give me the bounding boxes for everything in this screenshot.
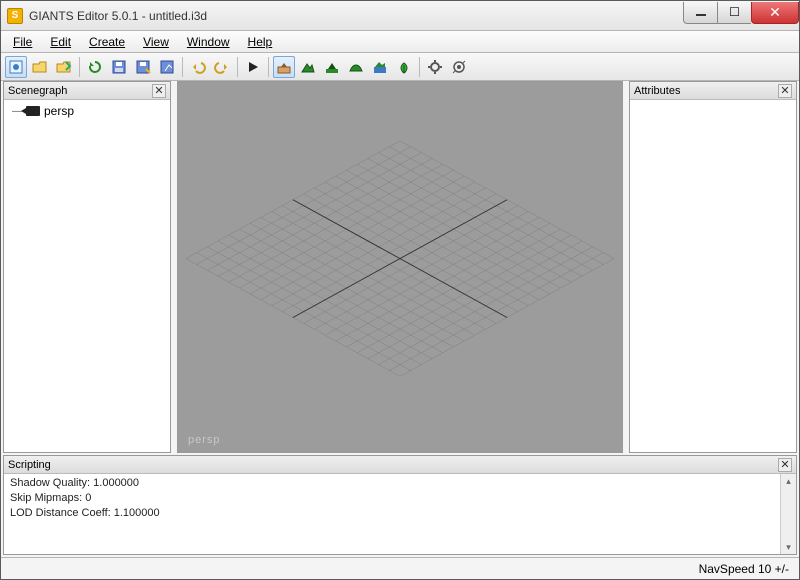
render-settings-button[interactable] xyxy=(448,56,470,78)
attributes-title: Attributes xyxy=(634,85,680,97)
terrain-smooth-button[interactable] xyxy=(345,56,367,78)
viewport[interactable]: persp xyxy=(178,82,622,452)
close-button[interactable]: ✕ xyxy=(751,2,799,24)
scenegraph-close-icon[interactable]: ✕ xyxy=(152,84,166,98)
open-recent-button[interactable] xyxy=(53,56,75,78)
play-button[interactable] xyxy=(242,56,264,78)
redo-button[interactable] xyxy=(211,56,233,78)
scripting-close-icon[interactable]: ✕ xyxy=(778,458,792,472)
toolbar-separator xyxy=(182,57,183,77)
menu-view[interactable]: View xyxy=(135,33,177,51)
attributes-close-icon[interactable]: ✕ xyxy=(778,84,792,98)
scenegraph-panel: Scenegraph ✕ — persp xyxy=(3,81,171,453)
undo-button[interactable] xyxy=(187,56,209,78)
open-button[interactable] xyxy=(29,56,51,78)
title-bar[interactable]: S GIANTS Editor 5.0.1 - untitled.i3d ☐ ✕ xyxy=(1,1,799,31)
scenegraph-item-persp[interactable]: — persp xyxy=(4,100,170,122)
viewport-camera-label: persp xyxy=(188,434,221,446)
terrain-paint-texture-button[interactable] xyxy=(369,56,391,78)
status-bar: NavSpeed 10 +/- xyxy=(1,557,799,579)
scroll-down-icon[interactable]: ▾ xyxy=(786,540,791,554)
terrain-raise-button[interactable] xyxy=(297,56,319,78)
app-window: S GIANTS Editor 5.0.1 - untitled.i3d ☐ ✕… xyxy=(0,0,800,580)
new-button[interactable] xyxy=(5,56,27,78)
menu-create[interactable]: Create xyxy=(81,33,133,51)
scripting-panel: Scripting ✕ Shadow Quality: 1.000000 Ski… xyxy=(3,455,797,555)
window-title: GIANTS Editor 5.0.1 - untitled.i3d xyxy=(29,9,683,23)
menu-window[interactable]: Window xyxy=(179,33,238,51)
app-icon: S xyxy=(7,8,23,24)
status-navspeed: NavSpeed 10 +/- xyxy=(699,562,789,576)
menu-help[interactable]: Help xyxy=(240,33,281,51)
log-line: Shadow Quality: 1.000000 xyxy=(10,476,774,491)
scenegraph-title: Scenegraph xyxy=(8,85,67,97)
save-as-button[interactable] xyxy=(132,56,154,78)
toolbar-separator xyxy=(268,57,269,77)
toolbar-separator xyxy=(419,57,420,77)
maximize-button[interactable]: ☐ xyxy=(717,2,751,24)
reload-button[interactable] xyxy=(84,56,106,78)
menu-bar: File Edit Create View Window Help xyxy=(1,31,799,53)
attributes-panel: Attributes ✕ xyxy=(629,81,797,453)
minimize-button[interactable] xyxy=(683,2,717,24)
terrain-select-button[interactable] xyxy=(273,56,295,78)
viewport-panel: persp xyxy=(177,81,623,453)
save-button[interactable] xyxy=(108,56,130,78)
scripting-log[interactable]: Shadow Quality: 1.000000 Skip Mipmaps: 0… xyxy=(4,474,780,554)
menu-file[interactable]: File xyxy=(5,33,40,51)
attributes-body xyxy=(630,100,796,452)
terrain-paint-button[interactable] xyxy=(321,56,343,78)
log-line: LOD Distance Coeff: 1.100000 xyxy=(10,506,774,521)
toolbar-separator xyxy=(237,57,238,77)
scripting-title: Scripting xyxy=(8,459,51,471)
log-line: Skip Mipmaps: 0 xyxy=(10,491,774,506)
menu-edit[interactable]: Edit xyxy=(42,33,79,51)
scenegraph-item-label: persp xyxy=(44,104,74,118)
export-button[interactable] xyxy=(156,56,178,78)
toolbar xyxy=(1,53,799,81)
foliage-paint-button[interactable] xyxy=(393,56,415,78)
toolbar-separator xyxy=(79,57,80,77)
client-area: Scenegraph ✕ — persp xyxy=(1,81,799,557)
camera-icon xyxy=(26,106,40,116)
scripting-scrollbar[interactable]: ▴ ▾ xyxy=(780,474,796,554)
scroll-up-icon[interactable]: ▴ xyxy=(786,474,791,488)
settings-button[interactable] xyxy=(424,56,446,78)
